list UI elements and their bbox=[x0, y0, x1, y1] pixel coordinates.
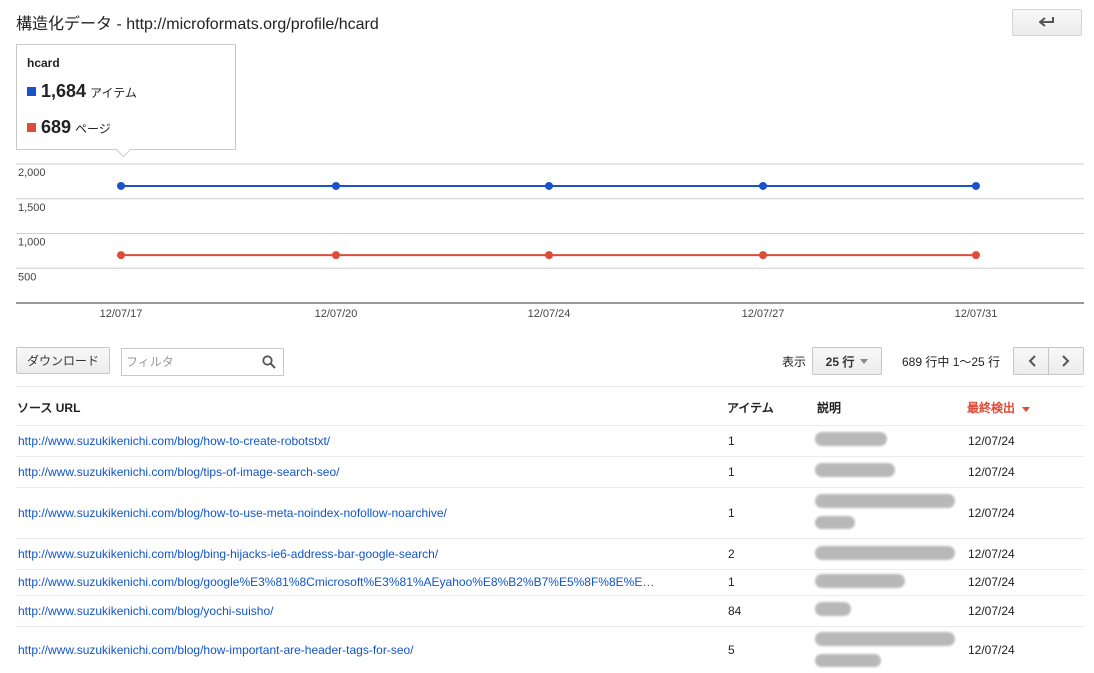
data-point bbox=[332, 251, 340, 260]
y-tick-label: 2,000 bbox=[18, 167, 46, 179]
legend-unit: アイテム bbox=[90, 86, 137, 100]
back-arrow-icon bbox=[1039, 16, 1054, 27]
next-page-button[interactable] bbox=[1048, 347, 1084, 375]
rows-per-page-label: 表示 bbox=[782, 355, 807, 369]
item-count: 1 bbox=[728, 505, 735, 520]
chevron-right-icon bbox=[1062, 355, 1070, 367]
chart-legend: hcard 1,684 アイテム 689 ページ bbox=[16, 44, 236, 150]
item-count: 5 bbox=[728, 642, 735, 657]
divider bbox=[16, 569, 1084, 570]
item-count: 1 bbox=[728, 433, 735, 448]
source-url-link[interactable]: http://www.suzukikenichi.com/blog/how-to… bbox=[18, 506, 718, 520]
search-icon[interactable] bbox=[262, 355, 276, 369]
x-tick-label: 12/07/24 bbox=[528, 308, 571, 320]
item-count: 2 bbox=[728, 546, 735, 561]
redacted-description bbox=[815, 463, 895, 477]
x-tick-label: 12/07/31 bbox=[955, 308, 998, 320]
redacted-description bbox=[815, 632, 955, 646]
divider bbox=[16, 538, 1084, 539]
blue-square-icon bbox=[27, 87, 36, 96]
divider bbox=[16, 425, 1084, 426]
line-chart: 2,000 1,500 1,000 500 12/07/17 12/07/20 12/07/… bbox=[16, 163, 1084, 320]
page-title: 構造化データ - http://microformats.org/profile… bbox=[16, 16, 379, 33]
pagination-range: 689 行中 1〜25 行 bbox=[902, 355, 1001, 369]
redacted-description bbox=[815, 432, 887, 446]
data-point bbox=[545, 251, 553, 260]
divider bbox=[16, 456, 1084, 457]
source-url-link[interactable]: http://www.suzukikenichi.com/blog/bing-h… bbox=[18, 547, 718, 561]
source-url-link[interactable]: http://www.suzukikenichi.com/blog/how-to… bbox=[18, 434, 718, 448]
source-url-link[interactable]: http://www.suzukikenichi.com/blog/yochi-… bbox=[18, 604, 718, 618]
last-detected-date: 12/07/24 bbox=[968, 642, 1015, 657]
previous-page-button[interactable] bbox=[1013, 347, 1049, 375]
column-header-source-url[interactable]: ソース URL bbox=[17, 399, 80, 416]
legend-title: hcard bbox=[27, 56, 60, 70]
item-count: 1 bbox=[728, 464, 735, 479]
redacted-description bbox=[815, 516, 855, 529]
divider bbox=[16, 487, 1084, 488]
y-tick-label: 500 bbox=[18, 271, 36, 283]
item-count: 1 bbox=[728, 575, 735, 589]
column-header-last-detected[interactable]: 最終検出 bbox=[967, 399, 1031, 416]
filter-box[interactable] bbox=[121, 348, 284, 376]
data-point bbox=[332, 181, 340, 190]
last-detected-date: 12/07/24 bbox=[968, 575, 1015, 589]
column-header-last-detected-label: 最終検出 bbox=[967, 401, 1016, 415]
legend-unit: ページ bbox=[75, 122, 111, 136]
column-header-items[interactable]: アイテム bbox=[727, 399, 774, 416]
source-url-link[interactable]: http://www.suzukikenichi.com/blog/how-im… bbox=[18, 643, 718, 657]
data-point bbox=[759, 251, 767, 260]
column-header-description[interactable]: 説明 bbox=[817, 399, 841, 416]
x-tick-label: 12/07/17 bbox=[100, 308, 143, 320]
rows-per-page-select[interactable]: 25 行 bbox=[812, 347, 882, 375]
redacted-description bbox=[815, 546, 955, 560]
last-detected-date: 12/07/24 bbox=[968, 433, 1015, 448]
last-detected-date: 12/07/24 bbox=[968, 603, 1015, 618]
divider bbox=[16, 626, 1084, 627]
legend-item-pages: 689 ページ bbox=[27, 117, 111, 138]
x-tick-label: 12/07/20 bbox=[315, 308, 358, 320]
redacted-description bbox=[815, 574, 905, 588]
rows-per-page-value: 25 行 bbox=[825, 354, 855, 369]
redacted-description bbox=[815, 494, 955, 508]
red-square-icon bbox=[27, 123, 36, 132]
legend-item-items: 1,684 アイテム bbox=[27, 81, 137, 102]
legend-value: 689 bbox=[41, 117, 72, 137]
y-tick-label: 1,000 bbox=[18, 237, 46, 249]
source-url-link[interactable]: http://www.suzukikenichi.com/blog/google… bbox=[18, 575, 718, 589]
back-button[interactable] bbox=[1012, 9, 1082, 36]
filter-input[interactable] bbox=[126, 353, 256, 371]
data-point bbox=[117, 251, 125, 260]
chevron-left-icon bbox=[1028, 355, 1036, 367]
divider bbox=[16, 595, 1084, 596]
last-detected-date: 12/07/24 bbox=[968, 505, 1015, 520]
data-point bbox=[545, 181, 553, 190]
last-detected-date: 12/07/24 bbox=[968, 464, 1015, 479]
item-count: 84 bbox=[728, 603, 742, 618]
data-point bbox=[759, 181, 767, 190]
dropdown-arrow-icon bbox=[860, 358, 869, 364]
legend-value: 1,684 bbox=[41, 81, 87, 101]
last-detected-date: 12/07/24 bbox=[968, 546, 1015, 561]
redacted-description bbox=[815, 654, 881, 667]
download-button[interactable]: ダウンロード bbox=[16, 347, 110, 374]
sort-descending-icon bbox=[1022, 407, 1031, 412]
y-tick-label: 1,500 bbox=[18, 202, 46, 214]
data-point bbox=[972, 251, 980, 260]
redacted-description bbox=[815, 602, 851, 616]
data-point bbox=[972, 181, 980, 190]
source-url-link[interactable]: http://www.suzukikenichi.com/blog/tips-o… bbox=[18, 465, 718, 479]
data-point bbox=[117, 181, 125, 190]
divider bbox=[16, 386, 1084, 387]
x-tick-label: 12/07/27 bbox=[742, 308, 785, 320]
